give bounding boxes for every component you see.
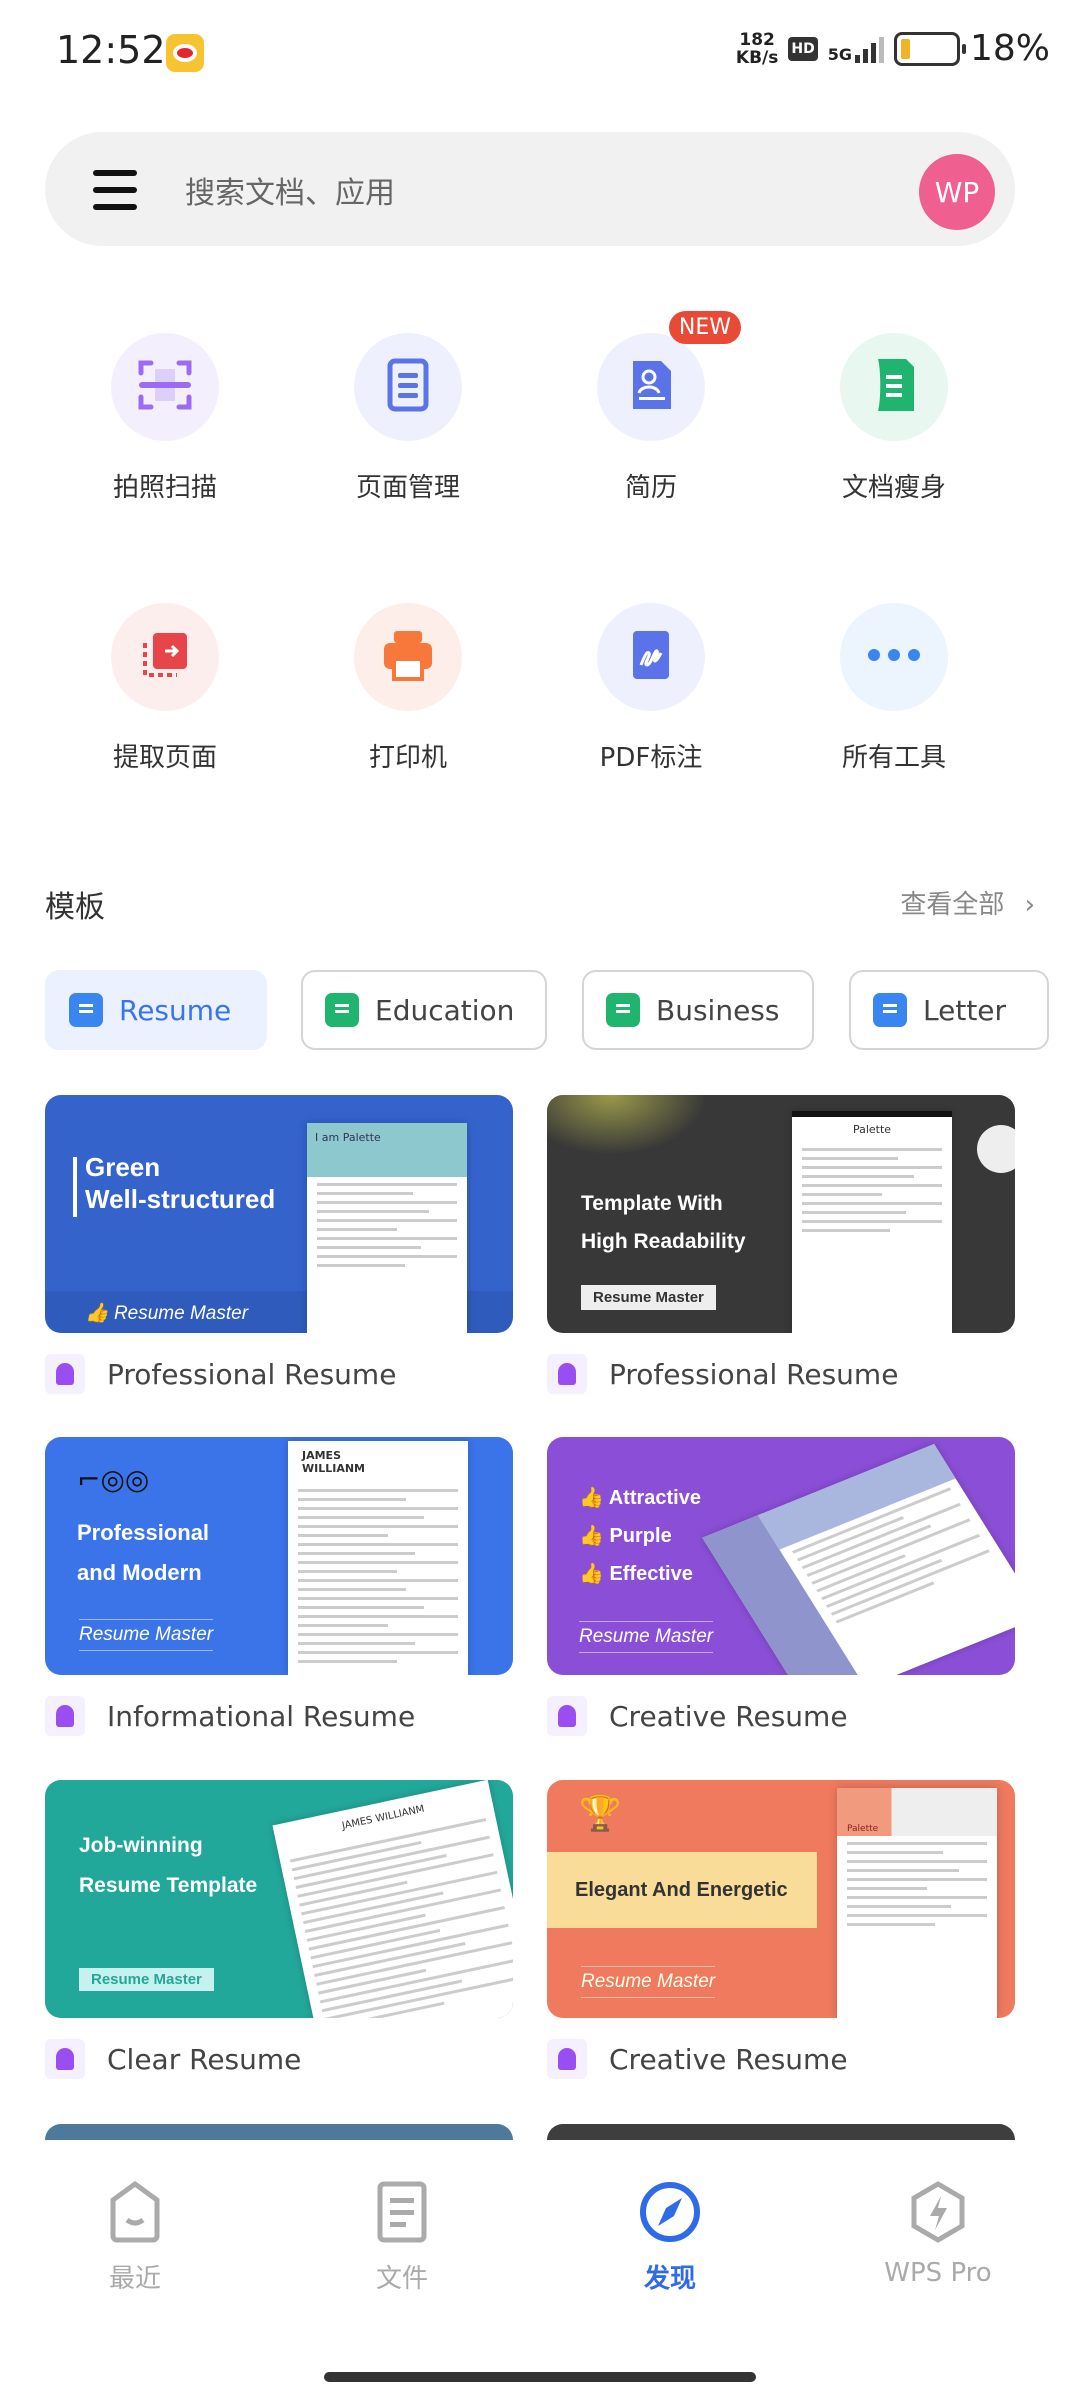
resume-icon [621,355,681,419]
card-brand: Resume Master [579,1621,714,1653]
tool-pdf-annotate[interactable]: PDF标注 [551,603,751,774]
card-brand: Resume Master [79,1968,214,1991]
card-headline: Green Well-structured [85,1152,276,1214]
template-card[interactable]: 🏆 Elegant And Energetic Resume Master Pa… [547,1780,1015,2018]
template-card[interactable]: Job-winning Resume Template Resume Master… [45,1780,513,2018]
template-card[interactable]: ⌐◎◎ Professional and Modern Resume Master… [45,1437,513,1675]
wps-pro-icon [858,2180,1018,2244]
nav-compass[interactable]: 发现 [590,2180,750,2295]
pdf-annotate-icon [621,625,681,689]
user-icon [547,1354,587,1394]
battery-icon [893,31,966,66]
template-title[interactable]: Informational Resume [45,1696,415,1736]
tool-more-dots[interactable]: 所有工具 [794,603,994,774]
user-icon [45,2039,85,2079]
card-brand: Resume Master [581,1285,716,1310]
scan-icon [135,355,195,419]
user-icon [547,1696,587,1736]
search-input[interactable]: 搜索文档、应用 [185,168,395,212]
hd-icon: HD [788,36,818,61]
signal-icon [854,35,884,63]
net-speed: 182 KB/s [735,29,779,68]
category-chip-letter[interactable]: Letter [849,970,1049,1050]
menu-icon[interactable] [93,170,137,210]
trophy-icon: 🏆 [579,1794,622,1834]
chevron-right-icon: › [1024,890,1035,920]
template-title[interactable]: Creative Resume [547,2039,848,2079]
user-icon [45,1354,85,1394]
avatar[interactable]: WP [919,154,995,230]
template-card[interactable]: Template With High Readability Resume Mas… [547,1095,1015,1333]
tool-label: 拍照扫描 [112,473,217,503]
resume-icon [69,993,103,1027]
template-card[interactable]: 👍 Attractive 👍 Purple 👍 Effective Resume M… [547,1437,1015,1675]
category-chip-education[interactable]: Education [301,970,547,1050]
page-manage-icon [378,355,438,419]
glasses-icon: ⌐◎◎ [77,1463,150,1496]
template-title[interactable]: Professional Resume [547,1354,898,1394]
nav-wps-pro[interactable]: WPS Pro [858,2180,1018,2288]
tool-page-manage[interactable]: 页面管理 [308,333,508,504]
templates-title: 模板 [45,890,105,925]
file-icon [322,2180,482,2244]
user-icon [45,1696,85,1736]
bottom-nav: 最近 文件 发现 WPS Pro [0,2140,1080,2400]
extract-page-icon [135,625,195,689]
thumbs-up-icon: 👍 [85,1303,109,1324]
new-badge: NEW [668,311,741,344]
nav-recent[interactable]: 最近 [55,2180,215,2295]
tool-label: 页面管理 [355,473,460,503]
nav-file[interactable]: 文件 [322,2180,482,2295]
card-headline: Elegant And Energetic [547,1852,817,1928]
compress-icon [864,355,924,419]
more-dots-icon [864,645,924,669]
tool-label: 打印机 [368,743,447,773]
printer-icon [378,625,438,689]
category-chip-business[interactable]: Business [582,970,814,1050]
card-brand: Resume Master [581,1966,716,1998]
template-title[interactable]: Professional Resume [45,1354,396,1394]
template-card[interactable]: Green Well-structured 👍 Resume Master I a… [45,1095,513,1333]
template-title[interactable]: Clear Resume [45,2039,301,2079]
user-icon [547,2039,587,2079]
tool-label: 提取页面 [112,743,217,773]
tool-compress[interactable]: 文档瘦身 [794,333,994,504]
template-title[interactable]: Creative Resume [547,1696,848,1736]
tool-scan[interactable]: 拍照扫描 [65,333,265,504]
category-chip-resume[interactable]: Resume [45,970,267,1050]
status-bar: 12:52 182 KB/s HD 5G 18% [0,20,1080,90]
search-bar[interactable]: 搜索文档、应用 WP [45,132,1015,246]
education-icon [325,993,359,1027]
card-brand: 👍 Resume Master [85,1303,249,1324]
business-icon [606,993,640,1027]
view-all-link[interactable]: 查看全部 › [900,884,1035,921]
tool-label: PDF标注 [599,743,703,773]
tool-label: 简历 [624,473,677,503]
recent-icon [55,2180,215,2244]
tool-resume[interactable]: NEW 简历 [551,311,751,504]
network-type: 5G [827,44,852,64]
tool-extract-page[interactable]: 提取页面 [65,603,265,774]
tool-label: 所有工具 [841,743,946,773]
home-indicator[interactable] [324,2372,756,2382]
tool-label: 文档瘦身 [841,473,946,503]
compass-icon [590,2180,750,2244]
tool-printer[interactable]: 打印机 [308,603,508,774]
card-brand: Resume Master [79,1619,214,1651]
clock: 12:52 [56,28,166,72]
weibo-notification-icon [166,34,204,72]
battery-percent: 18% [969,28,1050,69]
letter-icon [873,993,907,1027]
